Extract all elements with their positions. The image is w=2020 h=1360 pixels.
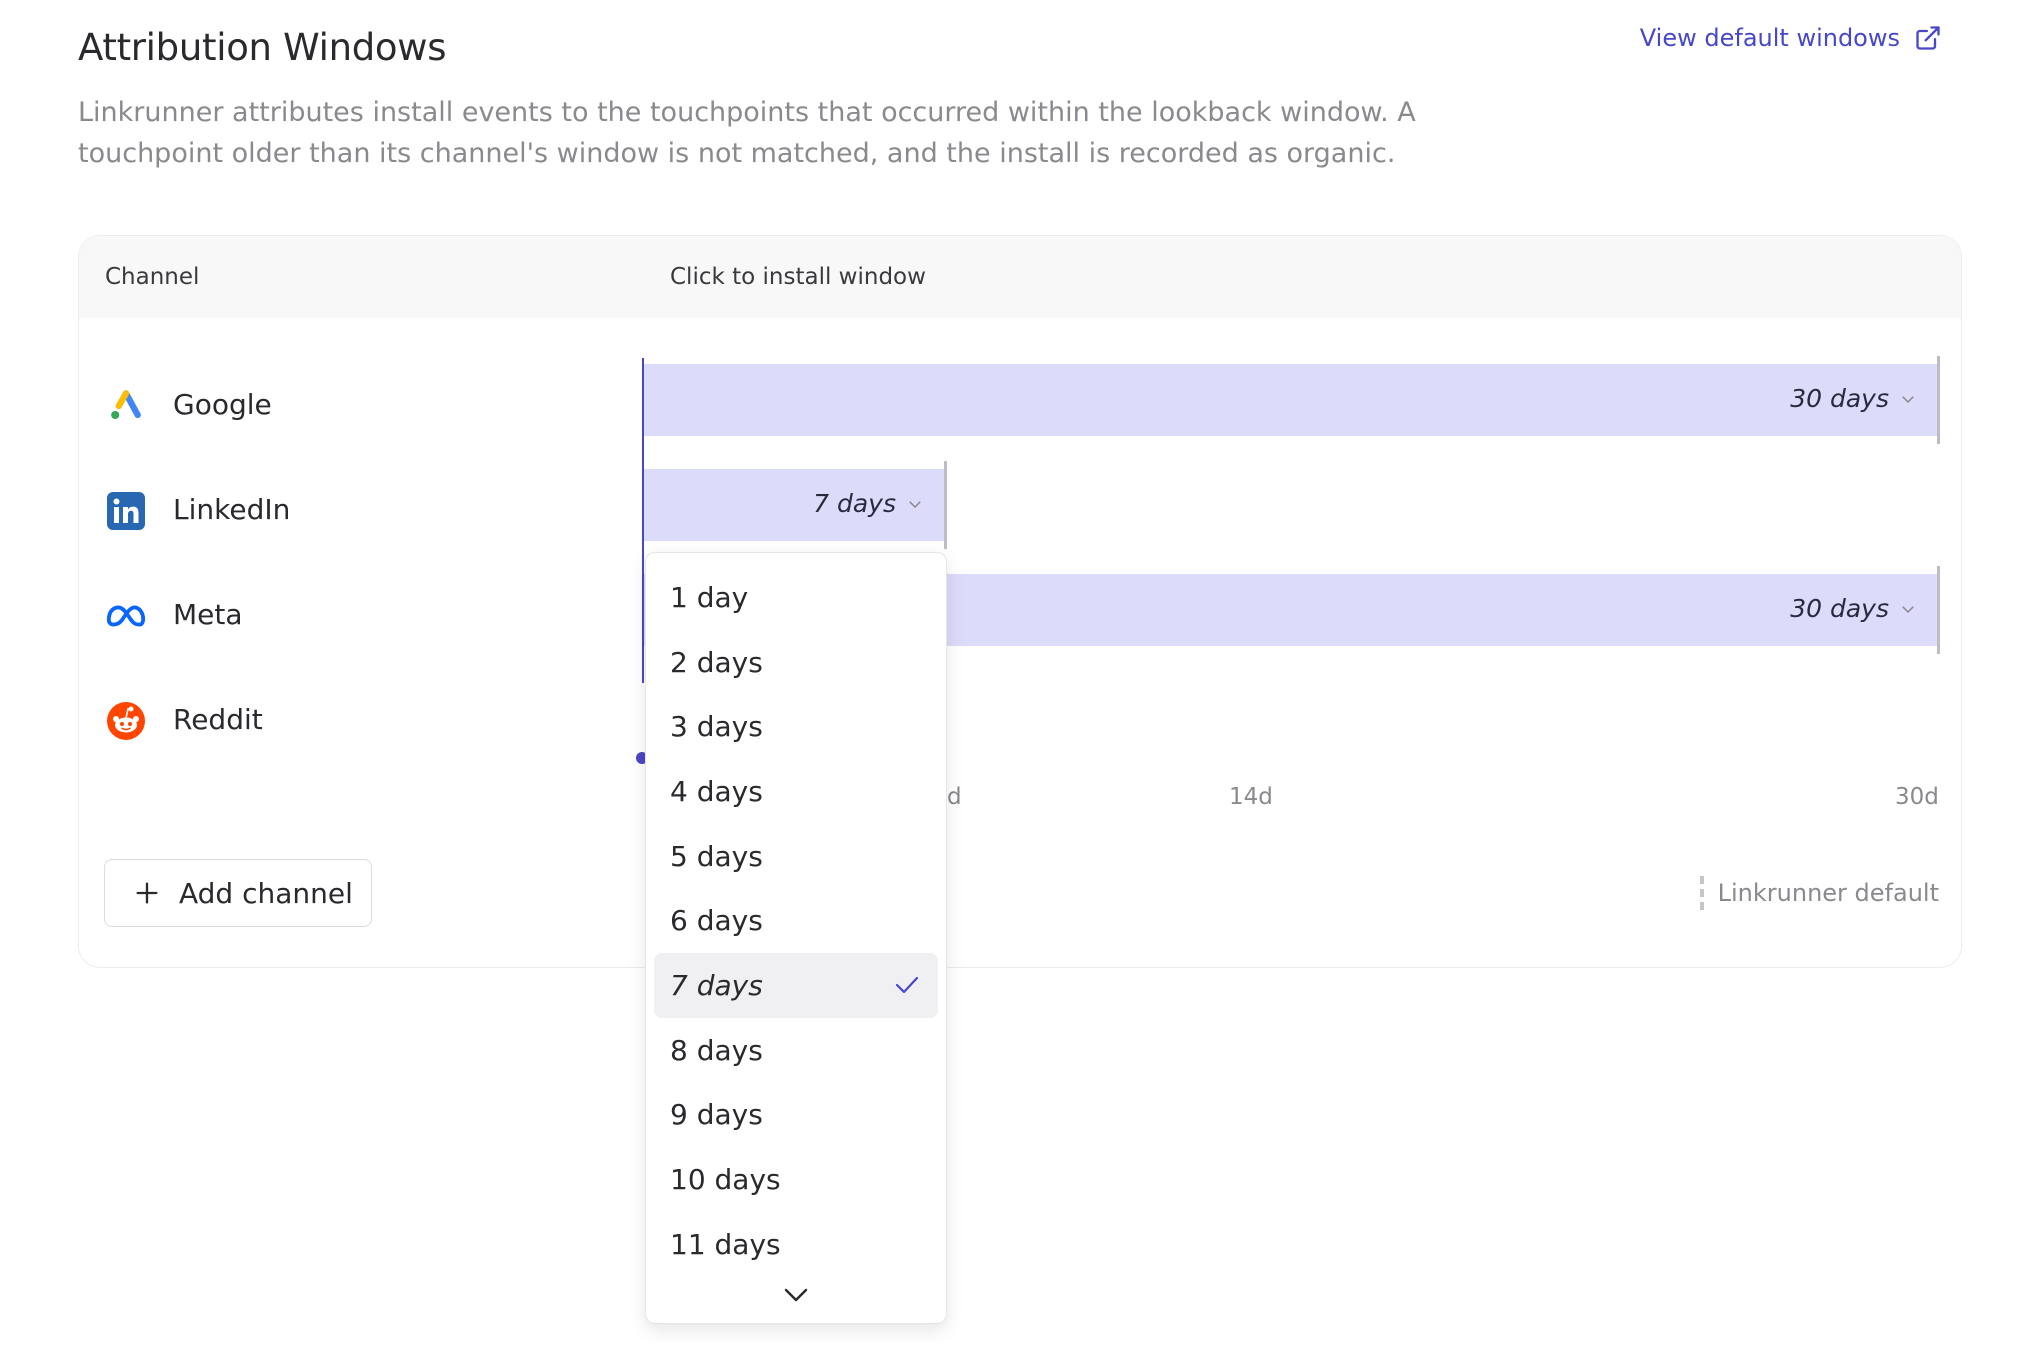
window-value-linkedin: 7 days [813, 489, 896, 518]
dropdown-option-label: 6 days [670, 904, 763, 938]
axis-tick-7d: d [947, 784, 962, 810]
channel-row-linkedin: LinkedIn [79, 457, 1961, 562]
legend-dashed-marker [1699, 876, 1704, 910]
page-description: Linkrunner attributes install events to … [78, 97, 1416, 169]
channel-label-google: Google [173, 388, 272, 421]
page-title: Attribution Windows [78, 26, 447, 69]
table-header: Channel Click to install window [79, 236, 1961, 318]
window-dropdown-menu: 1 day 2 days 3 days 4 days 5 days 6 days… [645, 552, 947, 1324]
window-value-google: 30 days [1790, 384, 1889, 413]
chevron-down-icon [909, 500, 921, 508]
reddit-icon [105, 700, 147, 742]
window-value-meta: 30 days [1790, 594, 1889, 623]
window-bar-linkedin[interactable]: 7 days [644, 469, 946, 541]
dropdown-option[interactable]: 1 day [654, 565, 938, 630]
axis-tick-30d: 30d [1895, 784, 1939, 810]
default-marker-linkedin [944, 461, 947, 549]
google-ads-icon [105, 385, 147, 427]
dropdown-option[interactable]: 8 days [654, 1018, 938, 1083]
chevron-down-icon [1902, 605, 1914, 613]
check-icon [895, 977, 919, 994]
external-link-icon [1916, 26, 1940, 50]
dropdown-option-label: 3 days [670, 710, 763, 744]
plus-icon [136, 882, 158, 904]
channel-label-reddit: Reddit [173, 703, 263, 736]
dropdown-option-label: 11 days [670, 1227, 781, 1261]
dropdown-option[interactable]: 6 days [654, 888, 938, 953]
dropdown-scroll-more[interactable] [646, 1277, 946, 1313]
column-header-channel: Channel [105, 264, 200, 290]
dropdown-option-label: 1 day [670, 580, 749, 614]
legend: Linkrunner default [1699, 876, 1939, 910]
window-select-meta[interactable]: 30 days [1790, 594, 1917, 623]
meta-icon [105, 595, 147, 637]
window-select-linkedin[interactable]: 7 days [813, 489, 924, 518]
dropdown-option[interactable]: 3 days [654, 694, 938, 759]
add-channel-label: Add channel [179, 876, 353, 910]
dropdown-option-label: 4 days [670, 774, 763, 808]
view-default-windows-label: View default windows [1639, 24, 1900, 52]
dropdown-option-label: 10 days [670, 1163, 781, 1197]
dropdown-option[interactable]: 10 days [654, 1147, 938, 1212]
dropdown-option-label: 8 days [670, 1033, 763, 1067]
dropdown-option[interactable]: 4 days [654, 759, 938, 824]
legend-label: Linkrunner default [1717, 879, 1939, 907]
dropdown-option-label: 5 days [670, 839, 763, 873]
dropdown-option-label: 7 days [670, 968, 763, 1002]
channel-label-linkedin: LinkedIn [173, 493, 291, 526]
attribution-card: Channel Click to install window Google 3… [78, 235, 1962, 968]
default-marker-meta [1937, 566, 1940, 654]
window-select-google[interactable]: 30 days [1790, 384, 1917, 413]
view-default-windows-link[interactable]: View default windows [1640, 24, 1942, 52]
dropdown-option-label: 9 days [670, 1098, 763, 1132]
dropdown-option[interactable]: 2 days [654, 630, 938, 695]
axis-tick-14d: 14d [1229, 784, 1273, 810]
window-bar-google[interactable]: 30 days [644, 364, 1939, 436]
add-channel-button[interactable]: Add channel [104, 859, 372, 927]
dropdown-option-selected[interactable]: 7 days [654, 953, 938, 1018]
chevron-down-icon [784, 1288, 808, 1302]
default-marker-google [1937, 356, 1940, 444]
dropdown-option[interactable]: 5 days [654, 824, 938, 889]
linkedin-icon [105, 490, 147, 532]
channel-label-meta: Meta [173, 598, 243, 631]
column-header-window: Click to install window [670, 264, 926, 290]
dropdown-option-label: 2 days [670, 645, 763, 679]
dropdown-option[interactable]: 9 days [654, 1083, 938, 1148]
chevron-down-icon [1902, 395, 1914, 403]
channel-row-reddit: Reddit [79, 667, 1961, 772]
dropdown-option[interactable]: 11 days [654, 1212, 938, 1277]
